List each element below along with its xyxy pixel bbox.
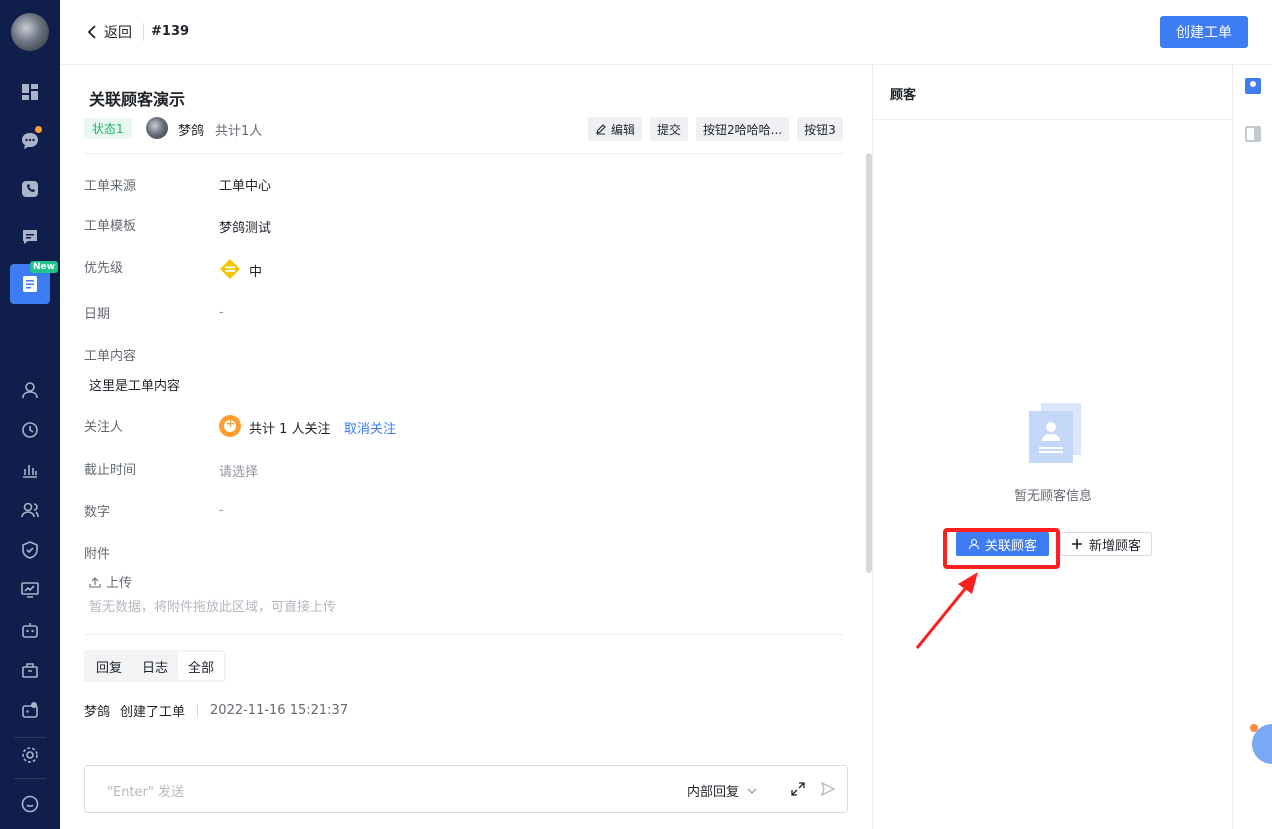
customer-card-icon[interactable]	[1245, 78, 1261, 94]
status-badge[interactable]: 状态1	[84, 118, 132, 139]
number-label: 数字	[84, 505, 111, 520]
message-icon[interactable]	[18, 225, 42, 249]
back-button[interactable]: 返回	[86, 22, 132, 42]
phone-icon[interactable]	[18, 177, 42, 201]
annotation-arrow-icon	[915, 572, 978, 649]
header-divider	[143, 23, 144, 41]
log-action: 创建了工单	[120, 705, 186, 720]
content-value: 这里是工单内容	[89, 379, 181, 394]
submit-button[interactable]: 提交	[650, 117, 689, 141]
owner-name: 梦鸽	[178, 124, 205, 139]
header-divider	[84, 153, 844, 154]
new-badge: New	[30, 261, 58, 273]
template-value: 梦鸽测试	[219, 221, 272, 236]
send-icon[interactable]	[819, 780, 837, 798]
reply-composer[interactable]: "Enter" 发送 内部回复	[84, 765, 848, 813]
bot-settings-icon[interactable]	[18, 698, 42, 722]
bell-dot	[1250, 724, 1258, 732]
person-icon[interactable]	[18, 378, 42, 402]
create-ticket-button[interactable]: 创建工单	[1160, 16, 1248, 48]
reply-mode-label: 内部回复	[687, 785, 740, 800]
empty-customer-text: 暂无顾客信息	[1013, 489, 1092, 504]
owner-count: 共计1人	[215, 124, 263, 139]
settings-icon[interactable]	[18, 743, 42, 767]
chevron-left-icon	[87, 25, 96, 39]
template-label: 工单模板	[84, 219, 137, 234]
attachment-label: 附件	[84, 547, 111, 562]
panel-divider	[873, 119, 1233, 120]
upload-icon	[89, 576, 101, 588]
customer-panel: 顾客 暂无顾客信息 关联顾客 新增顾客	[872, 65, 1233, 829]
followers-count: 共计 1 人关注	[249, 422, 331, 437]
ticket-number: #139	[151, 24, 190, 39]
nav-divider	[14, 778, 46, 779]
ticket-title: 关联顾客演示	[89, 90, 186, 109]
robot-icon[interactable]	[18, 618, 42, 642]
log-divider	[197, 703, 199, 718]
reply-input[interactable]: "Enter" 发送	[107, 781, 184, 800]
monitor-icon[interactable]	[18, 578, 42, 602]
sidebar-nav: New	[0, 0, 60, 829]
action-bar: 编辑 提交 按钮2哈哈哈... 按钮3	[588, 117, 843, 141]
box-icon[interactable]	[18, 658, 42, 682]
customer-panel-title: 顾客	[890, 88, 917, 103]
tab-all[interactable]: 全部	[178, 652, 225, 680]
source-label: 工单来源	[84, 179, 137, 194]
deadline-label: 截止时间	[84, 463, 137, 478]
notification-dot	[33, 124, 44, 135]
upload-label: 上传	[106, 576, 133, 591]
source-value: 工单中心	[219, 179, 272, 194]
tab-reply[interactable]: 回复	[86, 652, 132, 680]
date-label: 日期	[84, 307, 111, 322]
dashboard-icon[interactable]	[18, 80, 42, 104]
contacts-icon[interactable]	[18, 498, 42, 522]
edit-button[interactable]: 编辑	[588, 117, 643, 141]
button-2[interactable]: 按钮2哈哈哈...	[696, 117, 790, 141]
upload-button[interactable]: 上传	[89, 572, 132, 591]
edit-label: 编辑	[611, 122, 636, 137]
date-value[interactable]: -	[219, 305, 224, 320]
side-toolbar	[1232, 65, 1272, 829]
priority-label: 优先级	[84, 261, 124, 276]
top-bar: 返回 #139 创建工单	[60, 0, 1272, 65]
history-icon[interactable]	[18, 418, 42, 442]
owner-avatar	[146, 117, 168, 139]
log-user: 梦鸽	[84, 705, 111, 720]
back-label: 返回	[104, 25, 132, 41]
priority-value[interactable]: 中	[249, 261, 262, 280]
activity-tabs: 回复 日志 全部	[84, 650, 227, 682]
ticket-detail: 关联顾客演示 状态1 梦鸽 共计1人 编辑 提交 按钮2哈哈哈... 按钮3 工…	[60, 65, 872, 829]
reply-mode-select[interactable]: 内部回复	[687, 781, 757, 800]
feedback-icon[interactable]	[18, 792, 42, 816]
panel-toggle-icon[interactable]	[1245, 126, 1261, 142]
edit-icon	[596, 124, 606, 135]
chevron-down-icon	[747, 788, 757, 794]
shield-icon[interactable]	[18, 538, 42, 562]
plus-icon	[1071, 539, 1082, 549]
add-customer-label: 新增顾客	[1088, 538, 1141, 554]
ticket-icon[interactable]	[18, 272, 42, 296]
nav-divider	[14, 737, 46, 738]
unfollow-link[interactable]: 取消关注	[344, 418, 396, 437]
log-timestamp: 2022-11-16 15:21:37	[210, 703, 349, 718]
bar-chart-icon[interactable]	[18, 458, 42, 482]
deadline-picker[interactable]: 请选择	[219, 461, 258, 480]
button-3[interactable]: 按钮3	[797, 117, 843, 141]
log-entry: 梦鸽 创建了工单 2022-11-16 15:21:37	[84, 701, 348, 720]
follow-add-icon[interactable]	[219, 415, 241, 437]
tab-log[interactable]: 日志	[132, 652, 178, 680]
content-label: 工单内容	[84, 349, 137, 364]
expand-icon[interactable]	[789, 780, 807, 798]
empty-customer-icon	[1029, 403, 1081, 463]
priority-medium-icon	[220, 259, 240, 279]
add-customer-button[interactable]: 新增顾客	[1060, 532, 1152, 556]
section-divider	[84, 634, 844, 635]
number-value[interactable]: -	[219, 503, 224, 518]
highlight-box	[943, 528, 1060, 569]
followers-label: 关注人	[84, 420, 124, 435]
user-avatar[interactable]	[11, 13, 49, 51]
upload-hint[interactable]: 暂无数据，将附件拖放此区域，可直接上传	[89, 596, 336, 615]
